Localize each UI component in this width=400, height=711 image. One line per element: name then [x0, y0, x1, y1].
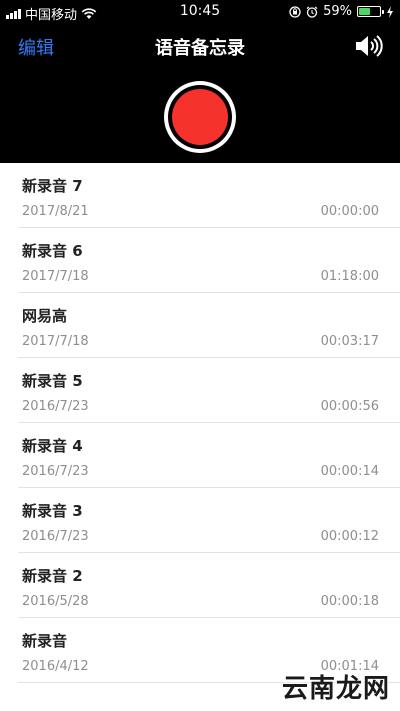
recording-date: 2017/7/18	[22, 334, 89, 349]
status-right: 59%	[289, 4, 394, 19]
recording-item[interactable]: 新录音 2 2016/5/28 00:00:18	[18, 553, 400, 618]
recording-date: 2017/7/18	[22, 269, 89, 284]
recording-duration: 01:18:00	[320, 269, 379, 284]
recording-duration: 00:00:14	[320, 464, 379, 479]
recording-duration: 00:00:00	[320, 204, 379, 219]
recording-item[interactable]: 网易高 2017/7/18 00:03:17	[18, 293, 400, 358]
recording-date: 2016/5/28	[22, 594, 89, 609]
recording-date: 2017/8/21	[22, 204, 89, 219]
recording-duration: 00:00:18	[320, 594, 379, 609]
record-button[interactable]	[164, 81, 236, 153]
charging-icon	[387, 5, 393, 18]
recording-name: 网易高	[22, 307, 68, 325]
recording-name: 新录音 3	[22, 502, 83, 520]
recording-name: 新录音 2	[22, 567, 83, 585]
recording-item[interactable]: 新录音 3 2016/7/23 00:00:12	[18, 488, 400, 553]
header-region: 中国移动 10:45 59% 编辑 语音备忘录	[0, 0, 400, 163]
recording-date: 2016/7/23	[22, 399, 89, 414]
recording-name: 新录音 4	[22, 437, 83, 455]
battery-fill	[359, 8, 370, 15]
edit-button[interactable]: 编辑	[18, 34, 54, 60]
speaker-icon[interactable]	[354, 32, 384, 60]
alarm-icon	[306, 6, 318, 18]
recording-date: 2016/7/23	[22, 464, 89, 479]
status-bar: 中国移动 10:45 59%	[0, 0, 400, 24]
rotation-lock-icon	[289, 5, 301, 18]
recordings-list: 新录音 7 2017/8/21 00:00:00 新录音 6 2017/7/18…	[0, 163, 400, 683]
recording-date: 2016/4/12	[22, 659, 89, 674]
battery-icon	[357, 6, 384, 17]
recording-duration: 00:00:56	[320, 399, 379, 414]
recording-name: 新录音	[22, 632, 68, 650]
navigation-bar: 编辑 语音备忘录	[0, 28, 400, 64]
recording-duration: 00:03:17	[320, 334, 379, 349]
recording-name: 新录音 7	[22, 177, 83, 195]
recording-item[interactable]: 新录音 6 2017/7/18 01:18:00	[18, 228, 400, 293]
recording-name: 新录音 6	[22, 242, 83, 260]
recording-item[interactable]: 新录音 4 2016/7/23 00:00:14	[18, 423, 400, 488]
recording-name: 新录音 5	[22, 372, 83, 390]
recording-date: 2016/7/23	[22, 529, 89, 544]
recording-item[interactable]: 新录音 5 2016/7/23 00:00:56	[18, 358, 400, 423]
battery-percent: 59%	[323, 4, 352, 19]
watermark: 云南龙网	[281, 674, 390, 704]
voice-memos-screen: 中国移动 10:45 59% 编辑 语音备忘录 新录音 7 2017/8/21 …	[0, 0, 400, 711]
record-dot-icon	[172, 89, 228, 145]
recording-duration: 00:00:12	[320, 529, 379, 544]
recording-item[interactable]: 新录音 7 2017/8/21 00:00:00	[18, 163, 400, 228]
page-title: 语音备忘录	[155, 38, 245, 59]
